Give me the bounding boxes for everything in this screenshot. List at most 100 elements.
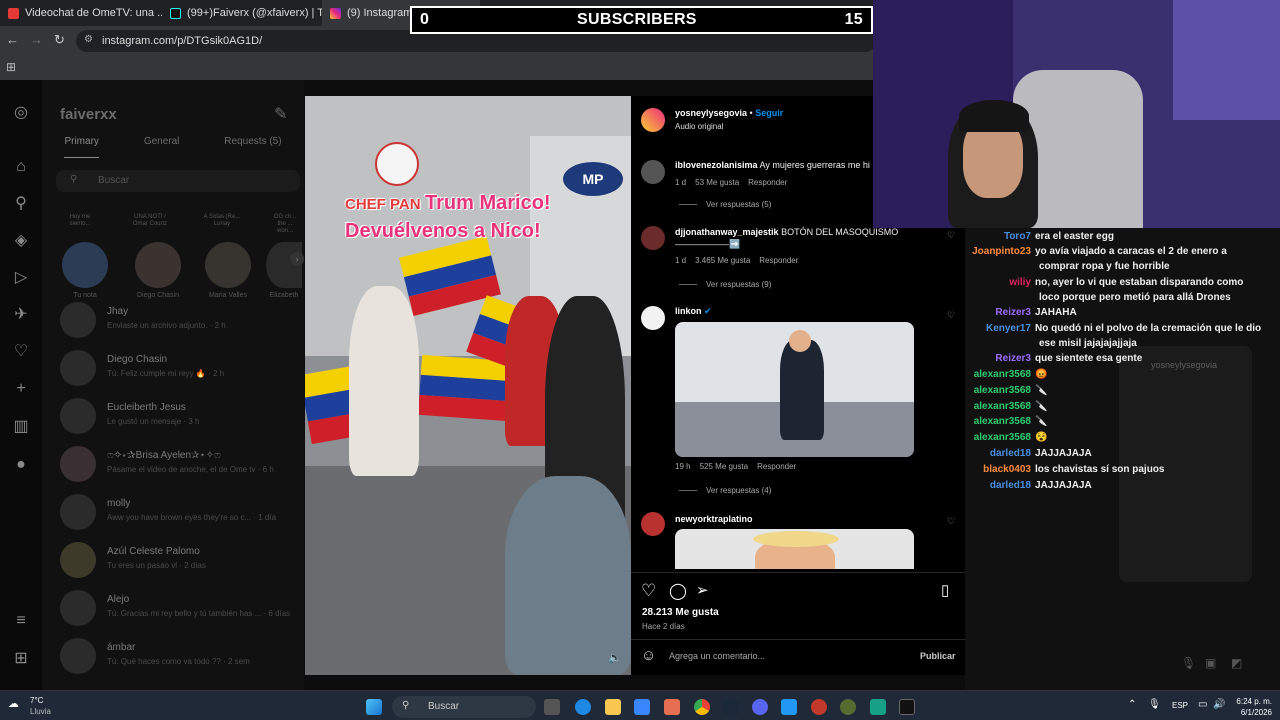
app-icon[interactable] bbox=[664, 699, 680, 715]
network-icon[interactable]: ▭ bbox=[1198, 699, 1207, 710]
reply-button[interactable]: Responder bbox=[757, 462, 796, 471]
tab-requests[interactable]: Requests (5) bbox=[224, 136, 281, 158]
reply-button[interactable]: Responder bbox=[748, 178, 787, 187]
chat-username[interactable]: darled18 bbox=[965, 478, 1035, 493]
back-icon[interactable]: ← bbox=[6, 32, 19, 47]
search-icon[interactable]: ⚲ bbox=[12, 195, 30, 213]
file-explorer-icon[interactable] bbox=[605, 699, 621, 715]
language-indicator[interactable]: ESP bbox=[1172, 701, 1188, 710]
chat-username[interactable]: wiliy bbox=[965, 275, 1035, 290]
reply-button[interactable]: Responder bbox=[759, 256, 798, 265]
steam-icon[interactable] bbox=[723, 699, 739, 715]
comment-likes[interactable]: 525 Me gusta bbox=[700, 462, 748, 471]
compose-icon[interactable]: ✎ bbox=[274, 104, 287, 124]
mic-icon[interactable]: 🎙 bbox=[1181, 656, 1196, 670]
edge-icon[interactable] bbox=[575, 699, 591, 715]
clock-date[interactable]: 6/1/2026 bbox=[1228, 708, 1272, 717]
apps-grid-icon[interactable]: ⊞ bbox=[6, 60, 16, 74]
dm-username[interactable]: faiverxx bbox=[60, 106, 117, 123]
chat-username[interactable]: Reizer3 bbox=[965, 351, 1035, 366]
store-icon[interactable] bbox=[634, 699, 650, 715]
conversation-item[interactable]: Eucleiberth Jesus Le gustó un mensaje · 3… bbox=[60, 396, 300, 436]
menu-icon[interactable]: ≡ bbox=[12, 612, 30, 630]
view-replies-button[interactable]: Ver respuestas (5) bbox=[679, 200, 771, 209]
sticker-icon[interactable]: ◩ bbox=[1231, 656, 1242, 670]
discord-icon[interactable] bbox=[752, 699, 768, 715]
mute-icon[interactable]: 🔈 bbox=[608, 651, 622, 664]
follow-button[interactable]: Seguir bbox=[755, 108, 783, 118]
comment-input[interactable]: Agrega un comentario... bbox=[669, 651, 765, 661]
home-icon[interactable]: ⌂ bbox=[12, 158, 30, 176]
story-item[interactable]: Maria Valles bbox=[202, 242, 254, 299]
post-author[interactable]: yosneylysegovia bbox=[675, 108, 747, 118]
reels-icon[interactable]: ▷ bbox=[12, 269, 30, 287]
chat-username[interactable]: alexanr3568 bbox=[965, 414, 1035, 429]
view-replies-button[interactable]: Ver respuestas (4) bbox=[679, 486, 771, 495]
like-comment-icon[interactable]: ♡ bbox=[947, 230, 955, 241]
comment-icon[interactable]: ◯ bbox=[669, 581, 687, 601]
volume-icon[interactable]: 🔊 bbox=[1213, 699, 1225, 710]
chat-username[interactable]: Reizer3 bbox=[965, 305, 1035, 320]
comment-user[interactable]: iblovenezolanisima bbox=[675, 160, 758, 170]
conversation-item[interactable]: ෆ✧⋆✰Brisa Ayelen✰⋆✧ෆ Pásame el video de a… bbox=[60, 444, 300, 484]
comment-likes[interactable]: 3.465 Me gusta bbox=[695, 256, 750, 265]
chrome-icon[interactable] bbox=[694, 699, 710, 715]
author-avatar[interactable] bbox=[641, 108, 665, 132]
weather-desc[interactable]: Lluvia bbox=[30, 707, 51, 716]
taskbar-search[interactable]: ⚲ Buscar bbox=[392, 696, 536, 718]
comment-user[interactable]: newyorktraplatino bbox=[675, 514, 753, 524]
create-icon[interactable]: + bbox=[12, 380, 30, 398]
story-item[interactable]: Elizabeth bbox=[264, 242, 304, 299]
avatar[interactable] bbox=[641, 226, 665, 250]
chat-username[interactable]: alexanr3568 bbox=[965, 367, 1035, 382]
conversation-item[interactable]: Diego Chasin Tú: Feliz cumple mi reyy 🔥 ·… bbox=[60, 348, 300, 388]
like-icon[interactable]: ♡ bbox=[641, 581, 656, 601]
view-replies-button[interactable]: Ver respuestas (9) bbox=[679, 280, 771, 289]
post-video[interactable]: CHEF PAN MP Trum Marico! Devuélvenos a N… bbox=[305, 96, 631, 675]
chat-username[interactable]: black0403 bbox=[965, 462, 1035, 477]
comment-image[interactable] bbox=[675, 322, 914, 457]
terminal-icon[interactable] bbox=[899, 699, 915, 715]
publish-button[interactable]: Publicar bbox=[920, 651, 956, 661]
conversation-item[interactable]: ámbar Tú: Qué haces como va todo ?? · 2 s… bbox=[60, 636, 300, 676]
story-item[interactable]: Tu nota bbox=[59, 242, 111, 299]
obs-icon[interactable] bbox=[811, 699, 827, 715]
tab-primary[interactable]: Primary bbox=[64, 136, 99, 158]
avatar[interactable] bbox=[641, 160, 665, 184]
conversation-item[interactable]: Alejo Tú: Gracias mi rey bello y tú tambi… bbox=[60, 588, 300, 628]
chat-username[interactable]: alexanr3568 bbox=[965, 430, 1035, 445]
avatar[interactable] bbox=[641, 512, 665, 536]
conversation-item[interactable]: molly Aww you have brown eyes they're so … bbox=[60, 492, 300, 532]
app-icon[interactable] bbox=[781, 699, 797, 715]
notifications-icon[interactable]: ♡ bbox=[12, 343, 30, 361]
reload-icon[interactable]: ↻ bbox=[54, 32, 65, 48]
more-apps-icon[interactable]: ⊞ bbox=[12, 650, 30, 668]
tab-ometv[interactable]: Videochat de OmeTV: una ... ◉ ✕ bbox=[0, 0, 162, 26]
chat-username[interactable]: Joanpinto23 bbox=[965, 244, 1035, 259]
post-likes-count[interactable]: 28.213 Me gusta bbox=[642, 607, 719, 618]
app-icon[interactable] bbox=[840, 699, 856, 715]
messages-icon[interactable]: ✈ bbox=[12, 306, 30, 324]
chat-username[interactable]: Kenyer17 bbox=[965, 321, 1035, 336]
profile-icon[interactable]: ● bbox=[12, 456, 30, 474]
mic-icon[interactable]: 🎙 bbox=[1148, 699, 1161, 710]
like-comment-icon[interactable]: ♡ bbox=[947, 310, 955, 321]
app-icon[interactable] bbox=[870, 699, 886, 715]
comment-image[interactable] bbox=[675, 529, 914, 569]
instagram-logo-icon[interactable]: ◎ bbox=[12, 104, 30, 122]
chevron-right-icon[interactable]: › bbox=[290, 252, 304, 266]
clock-time[interactable]: 6:24 p. m. bbox=[1228, 697, 1272, 706]
conversation-item[interactable]: Jhay Enviaste un archivo adjunto. · 2 h bbox=[60, 300, 300, 340]
avatar[interactable] bbox=[641, 306, 665, 330]
chat-username[interactable]: darled18 bbox=[965, 446, 1035, 461]
conversation-item[interactable]: Azúl Celeste Palomo Tu eres un pasao vl ·… bbox=[60, 540, 300, 580]
story-item[interactable]: Diego Chasin bbox=[132, 242, 184, 299]
comment-user[interactable]: djjonathanway_majestik bbox=[675, 227, 779, 237]
weather-temp[interactable]: 7°C bbox=[30, 696, 43, 705]
forward-icon[interactable]: → bbox=[30, 32, 43, 47]
windows-start-icon[interactable] bbox=[366, 699, 382, 715]
comment-likes[interactable]: 53 Me gusta bbox=[695, 178, 739, 187]
dashboard-icon[interactable]: ▥ bbox=[12, 418, 30, 436]
comment-user[interactable]: linkon bbox=[675, 306, 702, 316]
chevron-up-icon[interactable]: ⌃ bbox=[1128, 699, 1136, 710]
